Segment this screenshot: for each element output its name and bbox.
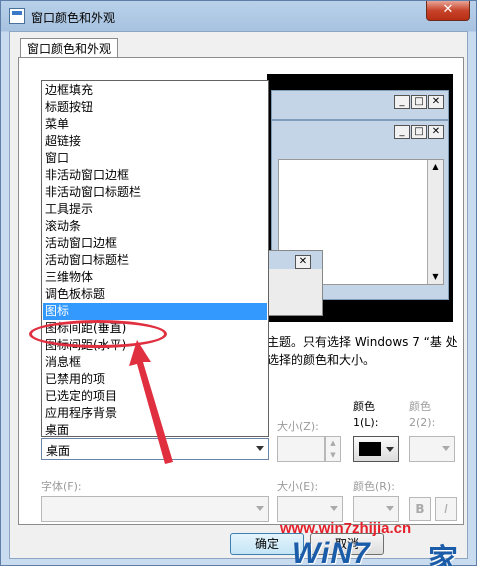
annotation-arrow xyxy=(129,340,173,464)
font-color-picker[interactable] xyxy=(353,496,399,522)
dropdown-option[interactable]: 活动窗口边框 xyxy=(43,235,267,252)
close-icon: ✕ xyxy=(295,255,311,269)
dropdown-option[interactable]: 边框填充 xyxy=(43,82,267,99)
color2-picker-button[interactable] xyxy=(409,436,455,462)
appearance-dialog: 窗口颜色和外观 ✕ 窗口颜色和外观 _ □ ✕ _ □ ✕ ▲ ▼ ✕ 主题。只… xyxy=(0,0,477,566)
dropdown-option[interactable]: 窗口 xyxy=(43,150,267,167)
title-bar[interactable]: 窗口颜色和外观 ✕ xyxy=(1,1,476,31)
chevron-down-icon xyxy=(256,506,264,511)
window-title: 窗口颜色和外观 xyxy=(31,11,116,25)
maximize-icon: □ xyxy=(411,125,427,139)
watermark-logo: WiN7 xyxy=(292,537,371,566)
item-size-input[interactable] xyxy=(277,436,325,462)
preview-scrollbar: ▲ ▼ xyxy=(427,160,443,284)
dialog-client: 窗口颜色和外观 _ □ ✕ _ □ ✕ ▲ ▼ ✕ 主题。只有选择 Window… xyxy=(9,31,468,566)
color1-label-key: 1(L): xyxy=(353,416,379,429)
tab-panel: _ □ ✕ _ □ ✕ ▲ ▼ ✕ 主题。只有选择 Windows 7 “基 处… xyxy=(18,57,464,525)
minimize-icon: _ xyxy=(394,125,410,139)
appearance-preview: _ □ ✕ _ □ ✕ ▲ ▼ xyxy=(267,74,453,322)
minimize-icon: _ xyxy=(394,95,410,109)
maximize-icon: □ xyxy=(411,95,427,109)
font-color-label: 颜色(R): xyxy=(353,480,395,493)
dropdown-option[interactable]: 工具提示 xyxy=(43,201,267,218)
font-size-label: 大小(E): xyxy=(277,480,319,493)
scroll-up-icon: ▲ xyxy=(432,162,439,171)
chevron-down-icon xyxy=(330,506,338,511)
item-size-stepper[interactable]: ▲ ▼ xyxy=(325,436,341,462)
close-icon: ✕ xyxy=(428,125,444,139)
color2-label-key: 2(2): xyxy=(409,416,436,429)
chevron-down-icon xyxy=(386,447,394,452)
size-label: 大小(Z): xyxy=(277,420,319,433)
color1-label: 颜色 xyxy=(353,400,375,413)
dropdown-option[interactable]: 菜单 xyxy=(43,116,267,133)
bold-button[interactable]: B xyxy=(409,497,431,521)
color1-swatch xyxy=(359,442,381,456)
font-size-combobox[interactable] xyxy=(277,496,343,522)
color1-picker-button[interactable] xyxy=(353,436,399,462)
chevron-down-icon xyxy=(256,446,264,451)
close-button[interactable]: ✕ xyxy=(426,1,470,21)
dropdown-option[interactable]: 超链接 xyxy=(43,133,267,150)
scheme-description: 主题。只有选择 Windows 7 “基 处选择的颜色和大小。 xyxy=(267,335,458,367)
dropdown-option[interactable]: 图标 xyxy=(43,303,267,320)
annotation-arrow-shape xyxy=(129,340,173,464)
font-combobox[interactable] xyxy=(41,496,269,522)
italic-button[interactable]: I xyxy=(435,497,457,521)
color2-label: 颜色 xyxy=(409,400,431,413)
dropdown-option[interactable]: 非活动窗口边框 xyxy=(43,167,267,184)
item-combobox-value: 桌面 xyxy=(46,444,71,458)
dropdown-option[interactable]: 非活动窗口标题栏 xyxy=(43,184,267,201)
close-icon: ✕ xyxy=(428,95,444,109)
chevron-down-icon xyxy=(386,506,394,511)
watermark-url: www.win7zhijia.cn xyxy=(280,520,412,537)
chevron-down-icon xyxy=(442,446,450,451)
dropdown-option[interactable]: 调色板标题 xyxy=(43,286,267,303)
watermark-logo-jia: 家 xyxy=(428,543,458,566)
font-label: 字体(F): xyxy=(41,480,82,493)
dropdown-option[interactable]: 滚动条 xyxy=(43,218,267,235)
dropdown-option[interactable]: 活动窗口标题栏 xyxy=(43,252,267,269)
window-icon xyxy=(9,8,25,24)
scroll-down-icon: ▼ xyxy=(432,272,439,281)
tab-window-color-appearance[interactable]: 窗口颜色和外观 xyxy=(20,38,119,58)
dropdown-option[interactable]: 标题按钮 xyxy=(43,99,267,116)
preview-inactive-window: _ □ ✕ xyxy=(271,90,449,120)
dropdown-option[interactable]: 三维物体 xyxy=(43,269,267,286)
